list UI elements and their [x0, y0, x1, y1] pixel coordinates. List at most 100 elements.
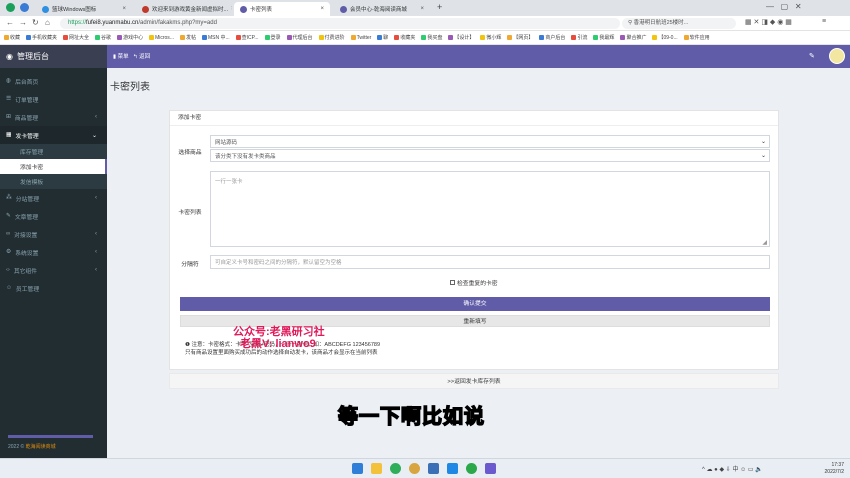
bookmark-item[interactable]: MSN 中...: [201, 34, 230, 41]
avatar[interactable]: [829, 48, 845, 64]
browser-tab[interactable]: 篮球Windows图标 ×: [36, 2, 132, 16]
sidebar-item[interactable]: ∞ 对接设置 ‹: [0, 225, 107, 243]
sidebar-item[interactable]: ⊞ 商品管理 ‹: [0, 108, 107, 126]
maximize-icon[interactable]: ▢: [781, 2, 789, 11]
close-tab-icon[interactable]: ×: [231, 6, 232, 12]
tab-favicon-icon: [42, 5, 49, 13]
home-icon[interactable]: ⌂: [45, 18, 50, 27]
resize-handle-icon[interactable]: ◢: [762, 239, 767, 246]
separator-input[interactable]: 可自定义卡号和密码之间的分隔符，默认留空为空格: [210, 255, 770, 269]
tab-favicon-icon: [142, 5, 149, 13]
app-taskbar-icon[interactable]: [428, 463, 439, 474]
bookmark-icon: [286, 35, 292, 41]
bookmark-item[interactable]: 游戏中心: [117, 34, 143, 41]
bookmark-item[interactable]: 谷歌: [95, 34, 111, 41]
minimize-icon[interactable]: —: [766, 2, 774, 11]
bookmark-item[interactable]: 【网页】: [507, 34, 533, 41]
forward-arrow-icon[interactable]: →: [19, 18, 27, 27]
tab-favicon-icon: [340, 5, 347, 13]
bookmark-item[interactable]: 聊: [377, 34, 388, 41]
bookmark-item[interactable]: 微小辉: [480, 34, 501, 41]
back-button[interactable]: ↰ 返回: [133, 52, 150, 60]
bookmark-icon: [63, 35, 69, 41]
submit-button[interactable]: 确认提交: [180, 297, 770, 311]
bookmark-item[interactable]: 发帖: [179, 34, 196, 41]
bookmark-item[interactable]: 付费进阶: [318, 34, 345, 41]
bookmark-item[interactable]: 查ICP...: [235, 34, 259, 41]
browser-tab-active[interactable]: 卡密列表 ×: [234, 2, 330, 16]
browser-tab[interactable]: 欢迎来到游戏黄金新闻虚拟时... ×: [136, 2, 232, 16]
browser-tab[interactable]: 会员中心-乾海阅读商城 ×: [334, 2, 430, 16]
bookmark-item[interactable]: 引流: [571, 34, 587, 41]
sidebar-subitem[interactable]: 库存管理: [0, 144, 107, 159]
bookmark-item[interactable]: Twitter: [350, 34, 371, 41]
ime-indicator[interactable]: 中: [732, 467, 738, 473]
url-input[interactable]: https://fufei8.yuanmabu.cn/admin/fakakms…: [60, 18, 620, 29]
list-icon: ☰: [6, 96, 12, 102]
bookmark-item[interactable]: 【09-0...: [652, 34, 678, 41]
close-tab-icon[interactable]: ×: [122, 6, 126, 12]
back-to-list-link[interactable]: >>返回发卡库存列表: [169, 373, 779, 389]
sidebar-subitem[interactable]: 发信模板: [0, 174, 107, 189]
menu-toggle-button[interactable]: ▮ 菜单: [113, 52, 129, 60]
bookmark-icon: [448, 35, 454, 41]
browser-tab-bar: 篮球Windows图标 × 欢迎来到游戏黄金新闻虚拟时... × 卡密列表 × …: [0, 0, 850, 16]
bookmark-item[interactable]: 我买盘: [421, 34, 442, 41]
browser-taskbar-icon[interactable]: [390, 463, 401, 474]
category-select[interactable]: 网站源码 ⌄: [210, 135, 770, 148]
sidebar-item[interactable]: ✎ 文章管理: [0, 207, 107, 225]
close-tab-icon[interactable]: ×: [420, 6, 424, 12]
sidebar-item[interactable]: ◍ 后台首页: [0, 72, 107, 90]
brand-logo-icon: ◉: [6, 52, 13, 61]
sidebar-item[interactable]: ☰ 订单管理: [0, 90, 107, 108]
bookmark-item[interactable]: 我最辉: [593, 34, 614, 41]
app-taskbar-icon[interactable]: [466, 463, 477, 474]
bookmark-item[interactable]: 聚合推广: [620, 34, 646, 41]
extensions-icon[interactable]: ▦ ✕ ◨ ◆ ◉ ▦: [745, 18, 792, 26]
sidebar-item[interactable]: ▦ 发卡管理 ⌄: [0, 126, 107, 144]
sidebar-item[interactable]: ☺ 员工管理: [0, 279, 107, 297]
wrench-icon[interactable]: ✎: [809, 52, 815, 60]
close-window-icon[interactable]: ✕: [795, 2, 802, 11]
pencil-icon: ✎: [6, 213, 11, 219]
duplicate-check-option[interactable]: 检查重复的卡密: [450, 278, 498, 287]
bookmark-item[interactable]: 手机收藏夹: [26, 34, 57, 41]
sidebar-item[interactable]: ⚙ 系统设置 ‹: [0, 243, 107, 261]
clock[interactable]: 17:37 2022/7/2: [825, 462, 844, 476]
bookmark-item[interactable]: 网址大全: [63, 34, 89, 41]
account-icon[interactable]: [20, 3, 29, 12]
bookmark-item[interactable]: 登录: [264, 34, 281, 41]
bookmark-item[interactable]: 商户后台: [539, 34, 565, 41]
bookmark-item[interactable]: 软件应用: [683, 34, 710, 41]
new-tab-button[interactable]: +: [437, 2, 442, 12]
brand-header[interactable]: ◉ 管理后台: [0, 45, 107, 68]
bookmark-item[interactable]: Micros...: [149, 35, 174, 41]
bookmark-icon: [394, 35, 400, 41]
cart-icon: ⊞: [6, 114, 11, 120]
bookmark-item[interactable]: 收藏夹: [394, 34, 415, 41]
cards-textarea[interactable]: 一行一张卡 ◢: [210, 171, 770, 247]
app-taskbar-icon[interactable]: [447, 463, 458, 474]
reload-icon[interactable]: ↻: [32, 18, 39, 27]
chevron-up-icon[interactable]: ^: [702, 467, 705, 473]
file-explorer-icon[interactable]: [371, 463, 382, 474]
tab-favicon-icon: [240, 5, 247, 13]
start-windows-icon[interactable]: [352, 463, 363, 474]
bookmark-icon: [683, 35, 689, 41]
page-title: 卡密列表: [110, 82, 150, 93]
bookmark-item[interactable]: 【设计】: [448, 34, 474, 41]
app-taskbar-icon[interactable]: [485, 463, 496, 474]
sidebar-subitem[interactable]: 添加卡密: [0, 159, 107, 174]
menu-icon[interactable]: ≡: [822, 18, 826, 25]
sidebar-item[interactable]: ‹› 其它组件 ‹: [0, 261, 107, 279]
duplicate-checkbox[interactable]: [450, 280, 455, 285]
bookmark-icon: [350, 34, 356, 40]
product-select[interactable]: 该分类下没有发卡类商品 ⌄: [210, 149, 770, 162]
bookmark-item[interactable]: 代理后台: [286, 34, 313, 41]
bookmark-item[interactable]: 收藏: [4, 34, 20, 41]
back-arrow-icon[interactable]: ←: [6, 18, 14, 27]
search-input[interactable]: ⚲ 香港明日航班25楼时...: [622, 18, 736, 29]
sidebar-item[interactable]: ⁂ 分站管理 ‹: [0, 189, 107, 207]
close-tab-icon[interactable]: ×: [320, 6, 324, 12]
app-taskbar-icon[interactable]: [409, 463, 420, 474]
